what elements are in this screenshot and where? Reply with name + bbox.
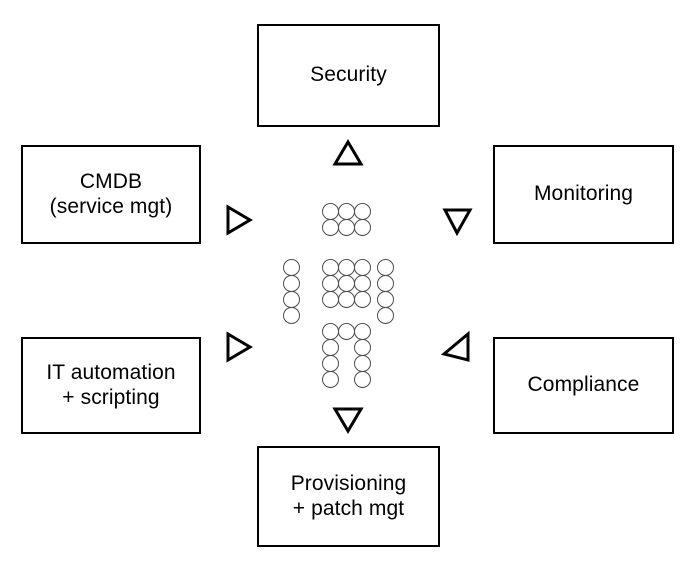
- box-provisioning-line-1: Provisioning: [290, 471, 407, 495]
- triangle-down-icon: [331, 403, 365, 437]
- box-it-automation-line-1: IT automation: [46, 360, 176, 384]
- triangle-right-icon-lower-left: [221, 330, 255, 364]
- figure-circle-torso: [338, 291, 355, 308]
- box-it-automation-line-2: + scripting: [62, 385, 160, 409]
- figure-circle-torso: [322, 259, 339, 276]
- figure-circle-right-arm: [377, 291, 394, 308]
- box-monitoring[interactable]: Monitoring: [493, 145, 674, 244]
- figure-circle-torso: [338, 275, 355, 292]
- figure-circle-hips: [354, 323, 371, 340]
- figure-circle-right-arm: [377, 275, 394, 292]
- figure-circle-right-leg: [354, 339, 371, 356]
- figure-circle-head: [322, 219, 339, 236]
- box-cmdb[interactable]: CMDB (service mgt): [21, 145, 201, 244]
- figure-circle-head: [338, 203, 355, 220]
- box-security[interactable]: Security: [257, 24, 440, 127]
- figure-circle-left-leg: [322, 355, 339, 372]
- diagram-canvas: Security CMDB (service mgt) Monitoring I…: [0, 0, 695, 570]
- figure-circle-torso: [322, 275, 339, 292]
- figure-circle-right-arm: [377, 259, 394, 276]
- triangle-up-icon: [331, 136, 365, 170]
- figure-circle-torso: [354, 259, 371, 276]
- box-security-line-1: Security: [310, 63, 387, 87]
- figure-circle-right-leg: [354, 355, 371, 372]
- figure-circle-left-arm: [283, 275, 300, 292]
- figure-circle-head: [354, 219, 371, 236]
- box-compliance[interactable]: Compliance: [493, 337, 674, 434]
- figure-circle-left-arm: [283, 259, 300, 276]
- triangle-right-icon-upper-left: [221, 203, 255, 237]
- box-provisioning-line-2: + patch mgt: [292, 496, 405, 520]
- box-monitoring-line-1: Monitoring: [533, 182, 634, 206]
- box-compliance-line-1: Compliance: [527, 373, 640, 397]
- figure-circle-head: [322, 203, 339, 220]
- box-cmdb-line-2: (service mgt): [49, 194, 173, 218]
- figure-circle-right-leg: [354, 371, 371, 388]
- triangle-left-icon-lower-right: [440, 330, 475, 364]
- figure-circle-torso: [338, 259, 355, 276]
- figure-circle-torso: [354, 291, 371, 308]
- figure-circle-head: [338, 219, 355, 236]
- box-provisioning[interactable]: Provisioning + patch mgt: [257, 446, 440, 547]
- sysadmin-figure: [283, 196, 413, 388]
- figure-circle-torso: [322, 291, 339, 308]
- figure-circle-hips: [338, 323, 355, 340]
- figure-circle-right-arm: [377, 307, 394, 324]
- figure-circle-left-arm: [283, 307, 300, 324]
- figure-circle-left-arm: [283, 291, 300, 308]
- box-it-automation[interactable]: IT automation + scripting: [21, 337, 201, 434]
- figure-circle-torso: [354, 275, 371, 292]
- figure-circle-hips: [322, 323, 339, 340]
- figure-circle-left-leg: [322, 339, 339, 356]
- figure-circle-left-leg: [322, 371, 339, 388]
- box-cmdb-line-1: CMDB: [79, 169, 143, 193]
- figure-circle-head: [354, 203, 371, 220]
- triangle-down-icon-upper-right: [441, 203, 475, 237]
